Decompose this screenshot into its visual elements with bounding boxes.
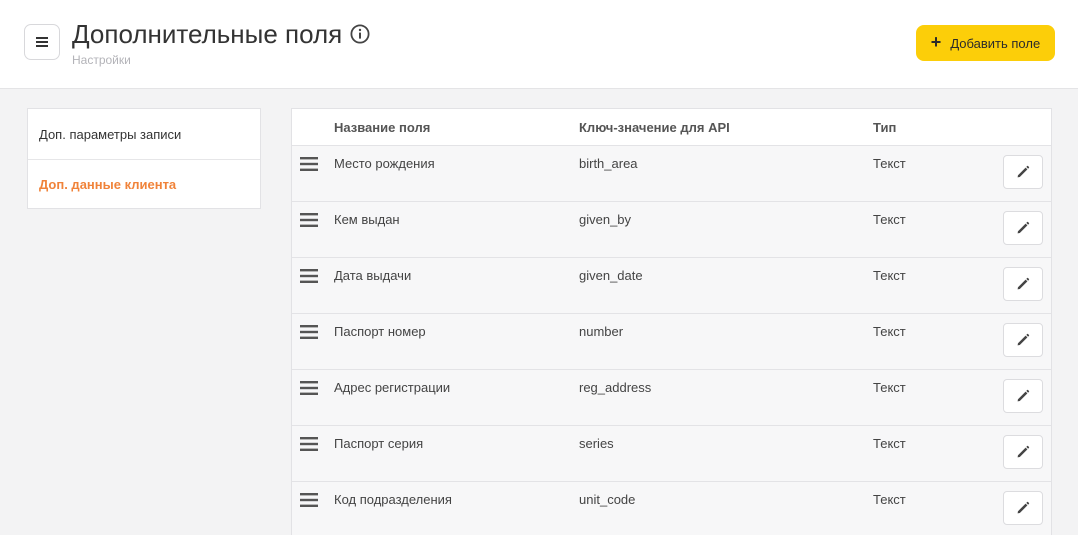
sidebar-item-client-data[interactable]: Доп. данные клиента bbox=[28, 159, 260, 209]
field-api-key: given_by bbox=[579, 212, 632, 227]
edit-field-button[interactable] bbox=[1003, 491, 1043, 525]
field-name: Место рождения bbox=[334, 156, 435, 171]
field-name: Адрес регистрации bbox=[334, 380, 451, 395]
field-type: Текст bbox=[873, 268, 906, 283]
drag-handle-icon[interactable] bbox=[300, 157, 318, 171]
hamburger-icon bbox=[36, 37, 48, 47]
pencil-icon bbox=[1017, 333, 1030, 346]
drag-handle-icon[interactable] bbox=[300, 437, 318, 451]
field-type: Текст bbox=[873, 324, 906, 339]
edit-field-button[interactable] bbox=[1003, 267, 1043, 301]
table-row: Дата выдачи given_date Текст bbox=[292, 258, 1051, 314]
edit-field-button[interactable] bbox=[1003, 435, 1043, 469]
column-header-api-key: Ключ-значение для API bbox=[579, 120, 730, 135]
edit-field-button[interactable] bbox=[1003, 211, 1043, 245]
breadcrumb[interactable]: Настройки bbox=[72, 53, 131, 67]
sidebar-item-label: Доп. данные клиента bbox=[39, 177, 177, 192]
pencil-icon bbox=[1017, 221, 1030, 234]
page-title: Дополнительные поля bbox=[72, 19, 343, 49]
field-name: Кем выдан bbox=[334, 212, 400, 227]
add-field-button[interactable]: + Добавить поле bbox=[916, 25, 1055, 61]
field-name: Дата выдачи bbox=[334, 268, 412, 283]
edit-field-button[interactable] bbox=[1003, 379, 1043, 413]
settings-sidebar: Доп. параметры записи Доп. данные клиент… bbox=[27, 108, 261, 209]
page-header: Дополнительные поля Настройки + Добавить… bbox=[0, 0, 1078, 89]
column-header-type: Тип bbox=[873, 120, 897, 135]
field-api-key: birth_area bbox=[579, 156, 638, 171]
plus-icon: + bbox=[930, 32, 942, 52]
fields-table: Название поля Ключ-значение для API Тип … bbox=[291, 108, 1052, 535]
table-header: Название поля Ключ-значение для API Тип bbox=[292, 109, 1051, 146]
edit-field-button[interactable] bbox=[1003, 155, 1043, 189]
field-type: Текст bbox=[873, 156, 906, 171]
drag-handle-icon[interactable] bbox=[300, 269, 318, 283]
edit-field-button[interactable] bbox=[1003, 323, 1043, 357]
pencil-icon bbox=[1017, 501, 1030, 514]
field-type: Текст bbox=[873, 212, 906, 227]
pencil-icon bbox=[1017, 445, 1030, 458]
pencil-icon bbox=[1017, 389, 1030, 402]
table-row: Паспорт серия series Текст bbox=[292, 426, 1051, 482]
table-row: Паспорт номер number Текст bbox=[292, 314, 1051, 370]
column-header-name: Название поля bbox=[334, 120, 431, 135]
table-body: Место рождения birth_area Текст Кем выдан gi… bbox=[292, 146, 1051, 535]
field-api-key: unit_code bbox=[579, 492, 636, 507]
table-row: Место рождения birth_area Текст bbox=[292, 146, 1051, 202]
field-api-key: series bbox=[579, 436, 614, 451]
menu-toggle-button[interactable] bbox=[24, 24, 60, 60]
drag-handle-icon[interactable] bbox=[300, 493, 318, 507]
pencil-icon bbox=[1017, 165, 1030, 178]
drag-handle-icon[interactable] bbox=[300, 325, 318, 339]
pencil-icon bbox=[1017, 277, 1030, 290]
table-row: Кем выдан given_by Текст bbox=[292, 202, 1051, 258]
add-field-button-label: Добавить поле bbox=[950, 35, 1041, 51]
field-api-key: given_date bbox=[579, 268, 643, 283]
field-api-key: number bbox=[579, 324, 624, 339]
field-name: Паспорт номер bbox=[334, 324, 426, 339]
drag-handle-icon[interactable] bbox=[300, 381, 318, 395]
field-type: Текст bbox=[873, 436, 906, 451]
field-type: Текст bbox=[873, 492, 906, 507]
table-row: Адрес регистрации reg_address Текст bbox=[292, 370, 1051, 426]
field-api-key: reg_address bbox=[579, 380, 652, 395]
sidebar-item-label: Доп. параметры записи bbox=[39, 126, 182, 142]
sidebar-item-record-params[interactable]: Доп. параметры записи bbox=[28, 109, 260, 159]
field-name: Паспорт серия bbox=[334, 436, 424, 451]
table-row: Код подразделения unit_code Текст bbox=[292, 482, 1051, 535]
info-icon[interactable] bbox=[350, 24, 370, 44]
field-name: Код подразделения bbox=[334, 492, 452, 507]
drag-handle-icon[interactable] bbox=[300, 213, 318, 227]
field-type: Текст bbox=[873, 380, 906, 395]
